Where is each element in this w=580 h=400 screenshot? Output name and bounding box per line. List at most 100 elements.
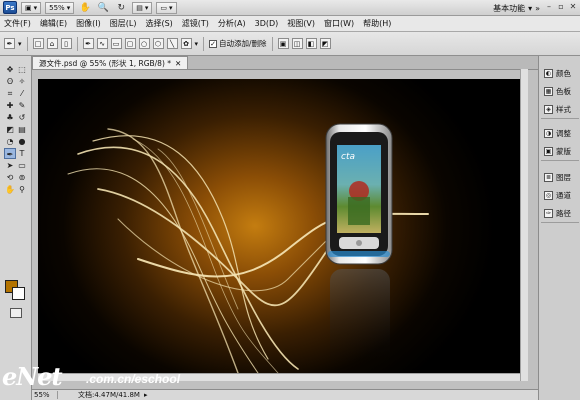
layers-panel-icon: ≣ bbox=[544, 172, 553, 182]
expand-icon: » bbox=[535, 3, 540, 13]
gradient-tool-icon[interactable]: ▤ bbox=[16, 124, 28, 135]
watermark-logo: eNet bbox=[2, 362, 63, 391]
status-zoom[interactable]: 55% bbox=[32, 391, 58, 399]
menu-help[interactable]: 帮助(H) bbox=[363, 18, 391, 29]
watermark-url: .com.cn/eschool bbox=[86, 372, 181, 386]
canvas-artwork: cta bbox=[67, 123, 429, 373]
brush-tool-icon[interactable]: ✎ bbox=[16, 100, 28, 111]
menu-edit[interactable]: 编辑(E) bbox=[40, 18, 67, 29]
magic-wand-tool-icon[interactable]: ✧ bbox=[16, 76, 28, 87]
background-color-swatch[interactable] bbox=[12, 287, 25, 300]
eyedropper-tool-icon[interactable]: ⁄ bbox=[16, 88, 28, 99]
zoom-level-dropdown[interactable]: 55% ▾ bbox=[45, 1, 75, 14]
menu-3d[interactable]: 3D(D) bbox=[255, 19, 279, 28]
rectangle-tool-icon[interactable]: ▭ bbox=[16, 160, 28, 171]
paths-icon[interactable]: ⌂ bbox=[46, 38, 58, 49]
masks-panel-button[interactable]: ▣ 蒙版 bbox=[541, 142, 579, 160]
menu-filter[interactable]: 滤镜(T) bbox=[182, 18, 209, 29]
arrange-documents-button[interactable]: ▤ ▾ bbox=[132, 1, 153, 14]
checkbox-checked-icon[interactable]: ✓ bbox=[209, 39, 218, 48]
divider bbox=[203, 36, 205, 51]
type-tool-icon[interactable]: T bbox=[16, 148, 28, 159]
close-button[interactable]: ✕ bbox=[568, 2, 578, 12]
history-brush-tool-icon[interactable]: ↺ bbox=[16, 112, 28, 123]
menu-bar: 文件(F) 编辑(E) 图像(I) 图层(L) 选择(S) 滤镜(T) 分析(A… bbox=[0, 16, 580, 32]
auto-add-delete-checkbox[interactable]: ✓ 自动添加/删除 bbox=[209, 38, 267, 49]
screen-mode-button[interactable]: ▭ ▾ bbox=[156, 1, 177, 14]
divider bbox=[271, 36, 273, 51]
workspace-switcher[interactable]: 基本功能 ▾» bbox=[493, 2, 540, 14]
path-add-icon[interactable]: ▣ bbox=[277, 38, 289, 49]
zoom-tool-icon[interactable]: 🔍 bbox=[96, 2, 110, 14]
pen-tool-preset-icon[interactable]: ✒ bbox=[4, 38, 15, 49]
blur-tool-icon[interactable]: ◔ bbox=[4, 136, 16, 147]
chevron-down-icon[interactable]: ▾ bbox=[18, 40, 22, 48]
menu-layer[interactable]: 图层(L) bbox=[110, 18, 137, 29]
zoom-tool-icon[interactable]: ⚲ bbox=[16, 184, 28, 195]
crop-tool-icon[interactable]: ⌗ bbox=[4, 88, 16, 99]
healing-brush-tool-icon[interactable]: ✚ bbox=[4, 100, 16, 111]
restore-button[interactable]: ▫ bbox=[556, 2, 566, 12]
chevron-right-icon[interactable]: ▸ bbox=[144, 391, 148, 399]
pen-tool-icon[interactable]: ✒ bbox=[4, 148, 16, 159]
move-tool-icon[interactable]: ✥ bbox=[4, 64, 16, 75]
hand-tool-icon[interactable]: ✋ bbox=[78, 2, 92, 14]
channels-panel-button[interactable]: ◎ 通道 bbox=[541, 186, 579, 204]
dodge-tool-icon[interactable]: ● bbox=[16, 136, 28, 147]
swatches-panel-icon: ▦ bbox=[544, 86, 553, 96]
styles-panel-button[interactable]: ◈ 样式 bbox=[541, 100, 579, 118]
rectangle-icon[interactable]: ▭ bbox=[110, 38, 122, 49]
layers-panel-button[interactable]: ≣ 图层 bbox=[541, 168, 579, 186]
path-exclude-icon[interactable]: ◩ bbox=[319, 38, 331, 49]
lasso-tool-icon[interactable]: ʘ bbox=[4, 76, 16, 87]
swatches-panel-button[interactable]: ▦ 色板 bbox=[541, 82, 579, 100]
menu-analysis[interactable]: 分析(A) bbox=[218, 18, 246, 29]
arrange-icon: ▤ bbox=[136, 3, 143, 12]
application-bar: Ps ▣ ▾ 55% ▾ ✋ 🔍 ↻ ▤ ▾ ▭ ▾ 基本功能 ▾» – ▫ ✕ bbox=[0, 0, 580, 16]
document-tab[interactable]: 源文件.psd @ 55% (形状 1, RGB/8) * ✕ bbox=[32, 56, 189, 69]
close-icon[interactable]: ✕ bbox=[175, 59, 181, 68]
options-bar: ✒ ▾ □ ⌂ ▯ ✒ ∿ ▭ ▢ ○ ⬡ ╲ ✿ ▾ ✓ 自动添加/删除 ▣ … bbox=[0, 32, 580, 56]
path-selection-tool-icon[interactable]: ➤ bbox=[4, 160, 16, 171]
status-bar: 55% 文档:4.47M/41.8M ▸ bbox=[32, 389, 538, 400]
polygon-icon[interactable]: ⬡ bbox=[152, 38, 164, 49]
hand-tool-icon[interactable]: ✋ bbox=[4, 184, 16, 195]
clone-stamp-tool-icon[interactable]: ♣ bbox=[4, 112, 16, 123]
menu-file[interactable]: 文件(F) bbox=[4, 18, 31, 29]
menu-window[interactable]: 窗口(W) bbox=[324, 18, 354, 29]
pen-icon[interactable]: ✒ bbox=[82, 38, 94, 49]
path-subtract-icon[interactable]: ◫ bbox=[291, 38, 303, 49]
path-intersect-icon[interactable]: ◧ bbox=[305, 38, 317, 49]
vertical-scrollbar[interactable] bbox=[520, 69, 528, 381]
rotate-view-icon[interactable]: ↻ bbox=[114, 2, 128, 14]
rounded-rectangle-icon[interactable]: ▢ bbox=[124, 38, 136, 49]
shape-layers-icon[interactable]: □ bbox=[32, 38, 44, 49]
adjustments-panel-button[interactable]: ◑ 调整 bbox=[541, 124, 579, 142]
3d-orbit-tool-icon[interactable]: ⊚ bbox=[16, 172, 28, 183]
custom-shape-icon[interactable]: ✿ bbox=[180, 38, 192, 49]
bridge-button[interactable]: ▣ ▾ bbox=[21, 1, 42, 14]
chevron-down-icon[interactable]: ▾ bbox=[195, 40, 199, 48]
tools-panel: ✥ ⬚ ʘ ✧ ⌗ ⁄ ✚ ✎ ♣ ↺ ◩ ▤ ◔ ● ✒ T ➤ ▭ ⟲ ⊚ … bbox=[0, 56, 32, 400]
eraser-tool-icon[interactable]: ◩ bbox=[4, 124, 16, 135]
menu-select[interactable]: 选择(S) bbox=[145, 18, 172, 29]
freeform-pen-icon[interactable]: ∿ bbox=[96, 38, 108, 49]
menu-view[interactable]: 视图(V) bbox=[287, 18, 315, 29]
fill-pixels-icon[interactable]: ▯ bbox=[60, 38, 72, 49]
color-panel-group: ◐ 颜色 ▦ 色板 ◈ 样式 bbox=[541, 64, 579, 119]
paths-panel-button[interactable]: ✑ 路径 bbox=[541, 204, 579, 222]
color-panel-button[interactable]: ◐ 颜色 bbox=[541, 64, 579, 82]
masks-panel-icon: ▣ bbox=[544, 146, 553, 156]
bridge-icon: ▣ bbox=[25, 3, 32, 12]
ellipse-icon[interactable]: ○ bbox=[138, 38, 150, 49]
line-icon[interactable]: ╲ bbox=[166, 38, 178, 49]
minimize-button[interactable]: – bbox=[544, 2, 554, 12]
3d-rotate-tool-icon[interactable]: ⟲ bbox=[4, 172, 16, 183]
quick-mask-icon[interactable] bbox=[10, 308, 22, 318]
menu-image[interactable]: 图像(I) bbox=[76, 18, 101, 29]
panel-dock: ◐ 颜色 ▦ 色板 ◈ 样式 ◑ 调整 ▣ 蒙版 ≣ 图层 ◎ 通道 ✑ 路径 bbox=[538, 56, 580, 400]
image-canvas[interactable]: cta bbox=[38, 79, 520, 373]
divider bbox=[26, 36, 28, 51]
layers-panel-group: ≣ 图层 ◎ 通道 ✑ 路径 bbox=[541, 168, 579, 223]
marquee-tool-icon[interactable]: ⬚ bbox=[16, 64, 28, 75]
